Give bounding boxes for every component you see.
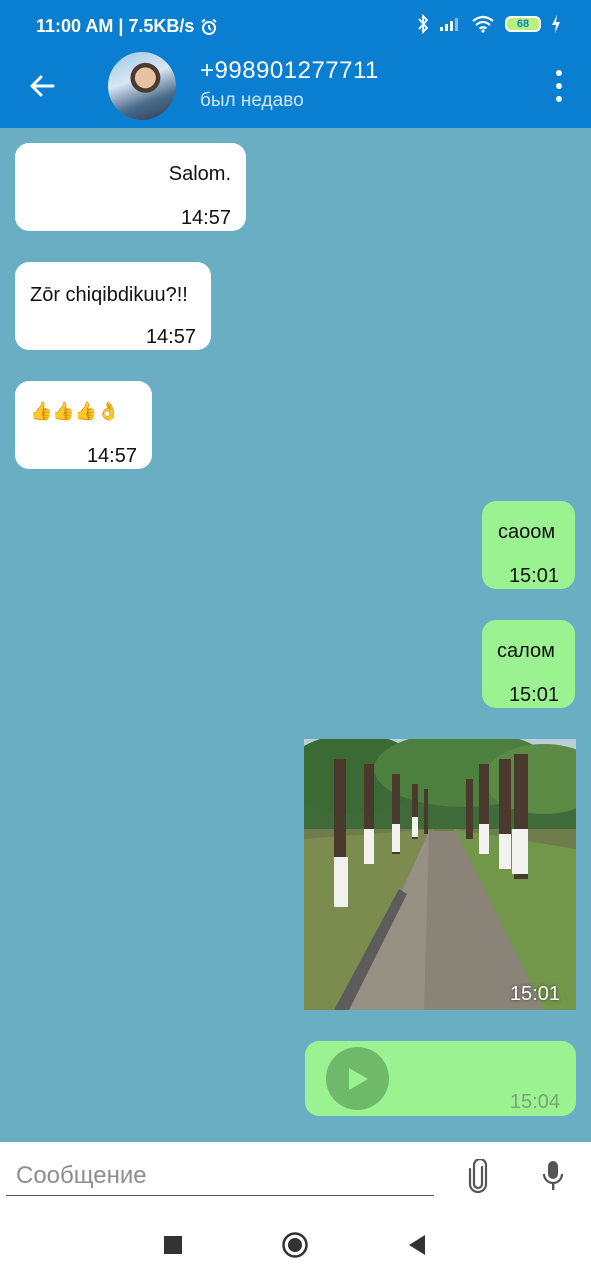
wifi-icon [472,15,494,33]
contact-name[interactable]: +998901277711 [200,57,379,85]
home-button[interactable] [278,1228,312,1262]
message-text: Salom. [168,163,231,185]
paperclip-icon [468,1159,488,1193]
back-arrow-icon [30,75,55,97]
message-time: 15:04 [509,1091,560,1113]
system-nav-bar [0,1210,591,1280]
bluetooth-icon [418,14,429,34]
back-nav-button[interactable] [400,1228,434,1262]
battery-level: 68 [516,18,530,30]
message-time: 14:57 [145,326,196,348]
microphone-icon [542,1161,564,1190]
message-bubble[interactable]: саоом 15:01 [482,501,575,589]
message-text: саоом [498,521,556,543]
attach-button[interactable] [462,1156,494,1196]
back-triangle-icon [409,1235,425,1255]
play-button[interactable] [326,1047,389,1110]
message-text: 👍👍👍👌 [30,401,120,422]
message-bubble[interactable]: Salom. 14:57 [15,143,246,231]
home-circle-icon [282,1232,308,1258]
message-time: 15:01 [508,684,559,706]
message-text: салом [497,640,555,662]
status-left: 11:00 AM | 7.5KB/s [36,16,218,37]
avatar[interactable] [108,52,176,120]
battery-icon: 68 [505,16,541,32]
status-bar: 11:00 AM | 7.5KB/s 68 [0,0,591,44]
photo-message[interactable]: 15:01 [304,739,576,1010]
message-time: 14:57 [180,207,231,229]
play-icon [348,1067,368,1090]
charging-icon [552,15,560,33]
message-bubble[interactable]: Zōr chiqibdikuu?!! 14:57 [15,262,211,350]
chat-header: +998901277711 был недаво [0,44,591,128]
signal-icon [440,18,458,31]
message-time: 15:01 [509,983,560,1005]
recents-square-icon [164,1236,182,1254]
status-right: 68 [417,14,561,34]
recents-button[interactable] [156,1228,190,1262]
message-text: Zōr chiqibdikuu?!! [30,284,188,306]
status-time-speed: 11:00 AM | 7.5KB/s [36,16,195,36]
voice-message[interactable]: 15:04 [305,1041,576,1116]
message-input[interactable] [6,1156,434,1196]
photo-image [304,739,576,1010]
message-bubble[interactable]: 👍👍👍👌 14:57 [15,381,152,469]
back-button[interactable] [22,66,62,106]
mic-button[interactable] [537,1156,569,1196]
message-time: 15:01 [508,565,559,587]
message-bubble[interactable]: салом 15:01 [482,620,575,708]
alarm-icon [201,18,218,35]
message-composer [0,1142,591,1210]
message-time: 14:57 [86,445,137,467]
contact-status: был недаво [200,90,304,111]
more-vert-icon[interactable] [551,70,567,102]
